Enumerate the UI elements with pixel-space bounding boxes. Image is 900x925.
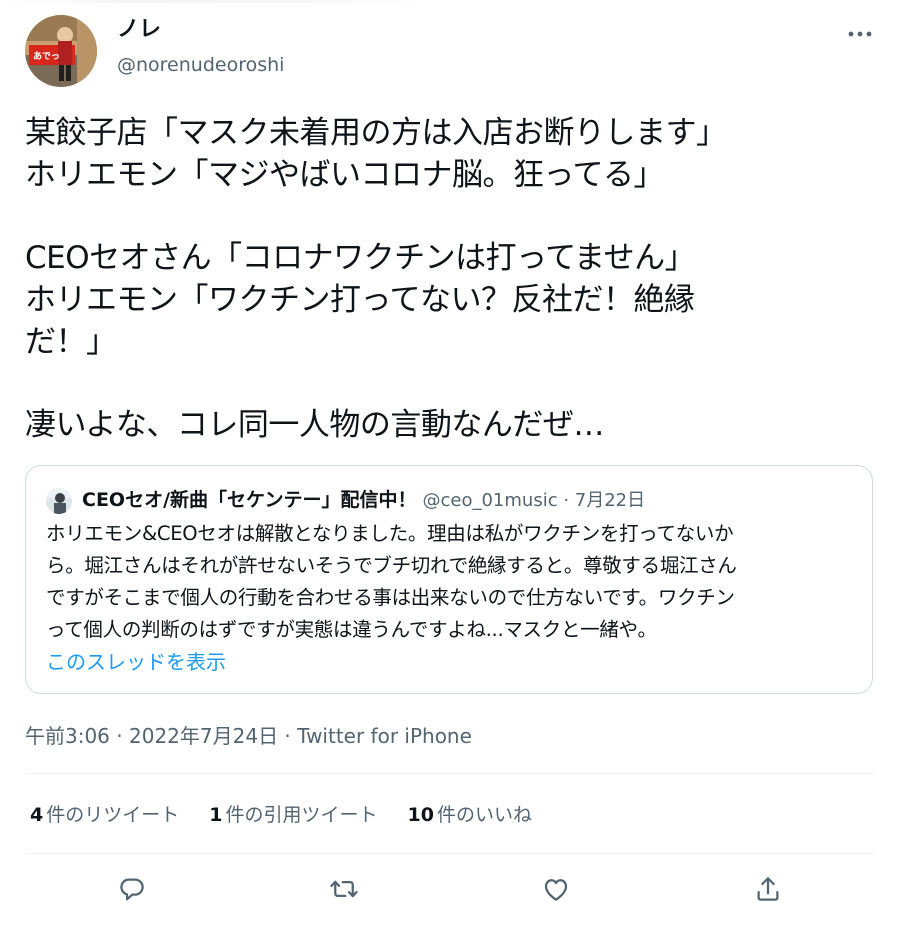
tweet-source[interactable]: Twitter for iPhone <box>297 724 472 748</box>
likes-count: 10 <box>407 804 434 826</box>
show-thread-link[interactable]: このスレッドを表示 <box>46 646 226 678</box>
more-icon[interactable] <box>842 22 878 46</box>
quoted-author-handle[interactable]: @ceo_01music <box>423 490 558 511</box>
tweet-line: 凄いよな、コレ同一人物の言動なんだぜ… <box>25 407 604 443</box>
like-icon[interactable] <box>533 866 579 912</box>
retweets-label: 件のリツイート <box>46 804 180 826</box>
quoted-date[interactable]: 7月22日 <box>575 490 645 511</box>
quoted-line: ら。堀江さんはそれが許せないそうでブチ切れで絶縁すると。尊敬する堀江さん <box>46 554 737 577</box>
timestamp-separator: · <box>109 724 129 748</box>
tweet-line: 某餃子店「マスク未着用の方は入店お断りします」 <box>25 115 727 151</box>
timestamp-separator: · <box>278 724 298 748</box>
action-bar <box>0 866 900 912</box>
reply-icon[interactable] <box>109 866 155 912</box>
author-handle[interactable]: @norenudeoroshi <box>117 52 284 78</box>
quoted-line: ホリエモン&CEOセオは解散となりました。理由は私がワクチンを打ってないか <box>46 522 734 545</box>
quoted-line: って個人の判断のはずですが実態は違うんですよね...マスクと一緒や。 <box>46 618 657 641</box>
quoted-tweet-text: ホリエモン&CEOセオは解散となりました。理由は私がワクチンを打ってないか ら。… <box>46 518 861 646</box>
tweet-timestamp: 午前3:06 · 2022年7月24日 · Twitter for iPhone <box>25 721 472 751</box>
tweet-time[interactable]: 午前3:06 <box>25 724 110 748</box>
likes-stat[interactable]: 10 件のいいね <box>408 800 532 830</box>
quotes-count: 1 <box>209 804 223 826</box>
quoted-line: ですがそこまで個人の行動を合わせる事は出来ないので仕方ないです。ワクチン <box>46 586 735 609</box>
retweet-icon[interactable] <box>321 866 367 912</box>
tweet-stats: 4 件のリツイート 1 件の引用ツイート 10 件のいいね <box>30 800 562 830</box>
tweet-line: CEOセオさん「コロナワクチンは打ってません」 <box>25 240 696 276</box>
divider <box>25 773 875 774</box>
tweet-date[interactable]: 2022年7月24日 <box>129 724 278 748</box>
tweet-text: 某餃子店「マスク未着用の方は入店お断りします」 ホリエモン「マジやばいコロナ脳。… <box>25 112 875 446</box>
retweets-count: 4 <box>30 804 44 826</box>
top-edge-line <box>0 0 420 3</box>
tweet-line: ホリエモン「マジやばいコロナ脳。狂ってる」 <box>25 157 664 193</box>
author-name[interactable]: ノレ <box>117 15 161 45</box>
divider <box>25 853 875 854</box>
avatar-sign-text: あでっ <box>33 51 60 62</box>
likes-label: 件のいいね <box>436 804 532 826</box>
quoted-separator: · <box>557 490 575 511</box>
quotes-label: 件の引用ツイート <box>225 804 378 826</box>
quoted-tweet-header: CEOセオ/新曲「セケンテー」配信中！ @ceo_01music · 7月22日 <box>82 486 645 515</box>
retweets-stat[interactable]: 4 件のリツイート <box>30 800 179 830</box>
quoted-tweet[interactable]: CEOセオ/新曲「セケンテー」配信中！ @ceo_01music · 7月22日… <box>25 465 873 694</box>
tweet-line: ホリエモン「ワクチン打ってない？反社だ！絶縁 <box>25 282 695 318</box>
tweet-line: だ！」 <box>25 324 117 360</box>
quoted-author-name[interactable]: CEOセオ/新曲「セケンテー」配信中！ <box>82 489 416 511</box>
share-icon[interactable] <box>745 866 791 912</box>
author-avatar[interactable]: あでっ <box>25 15 97 87</box>
quotes-stat[interactable]: 1 件の引用ツイート <box>209 800 377 830</box>
quoted-author-avatar[interactable] <box>46 488 72 514</box>
